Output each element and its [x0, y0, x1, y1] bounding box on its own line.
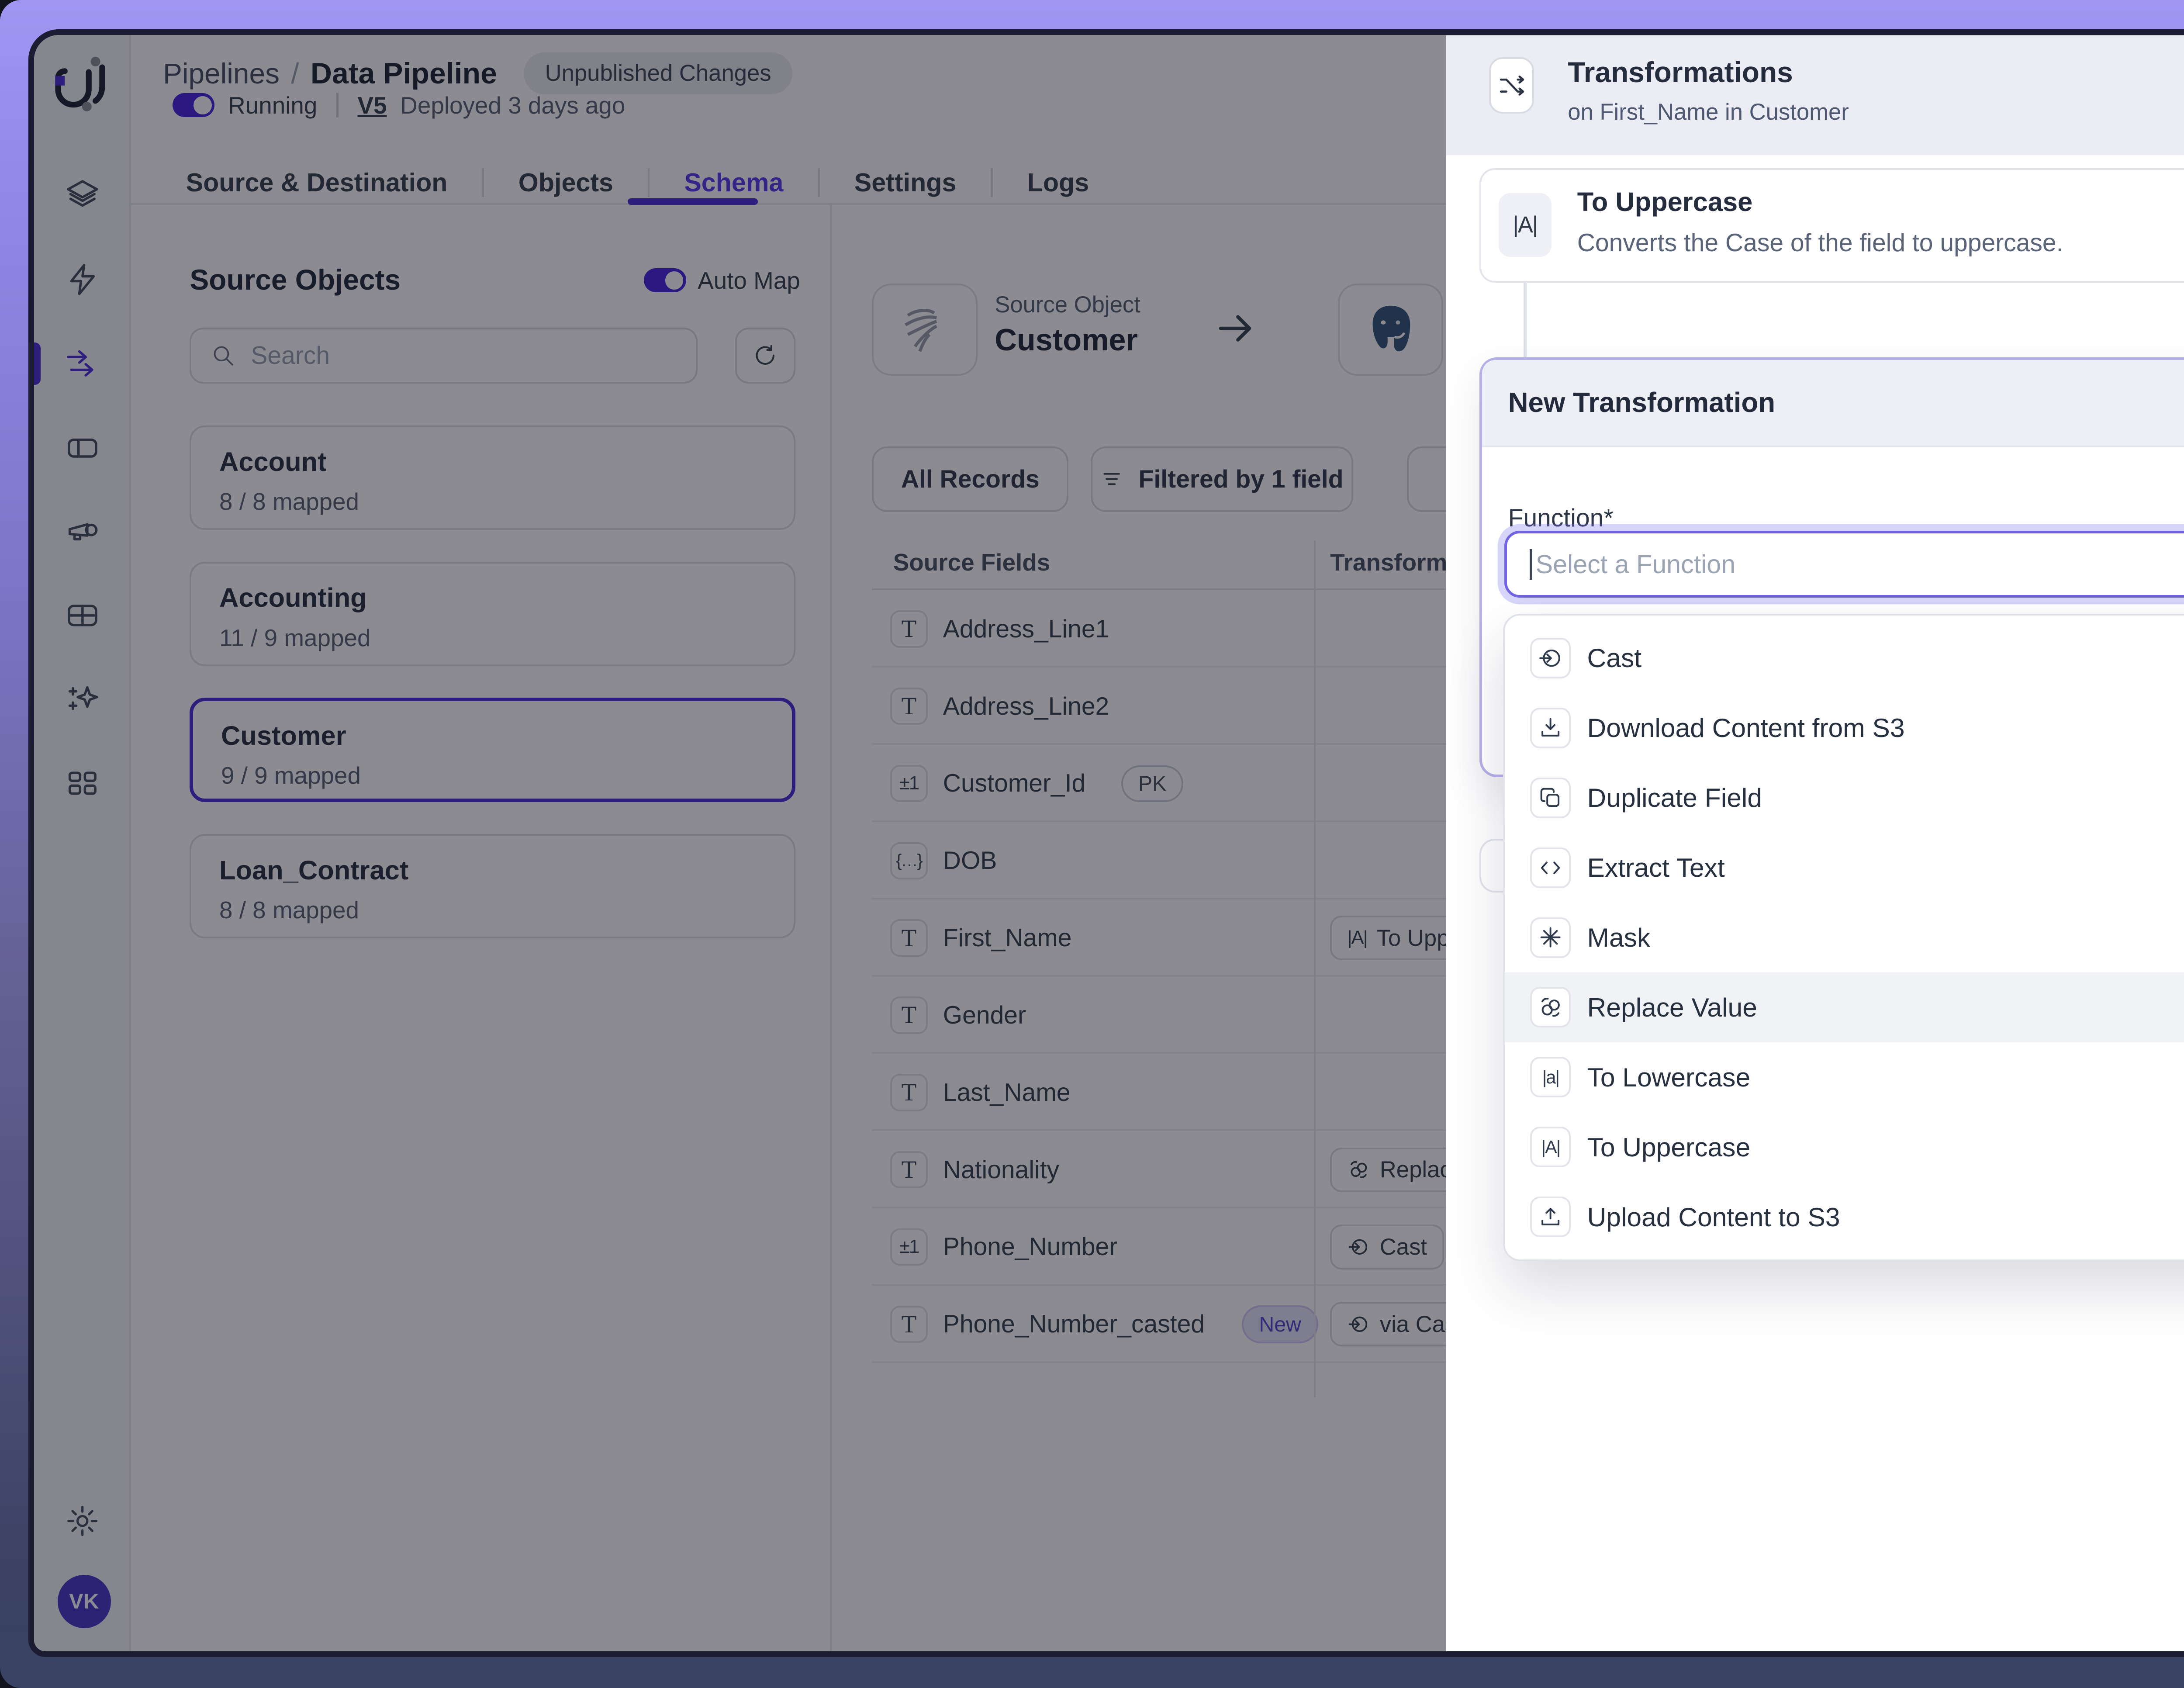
dropdown-option-duplicate-field[interactable]: Duplicate Field: [1505, 763, 2184, 833]
option-icon: [1530, 847, 1571, 888]
replace-icon: [1538, 994, 1563, 1020]
option-label: Duplicate Field: [1587, 782, 1762, 813]
option-label: Download Content from S3: [1587, 713, 1905, 743]
drawer-header: Transformations on First_Name in Custome…: [1446, 35, 2184, 156]
option-label: Cast: [1587, 643, 1642, 673]
dropdown-option-replace-value[interactable]: Replace Value: [1505, 972, 2184, 1042]
uppercase-icon: |A|: [1499, 193, 1552, 257]
option-icon: [1530, 1197, 1571, 1237]
screenshot-stage: VK Pipelines / Data Pipeline Unpublished…: [0, 0, 2184, 1688]
function-select-placeholder: Select a Function: [1536, 549, 1736, 579]
applied-transformation-title: To Uppercase: [1577, 187, 1753, 218]
drawer-icon-box: [1489, 57, 1534, 114]
option-label: To Uppercase: [1587, 1132, 1751, 1162]
applied-transformation-card[interactable]: |A| To Uppercase Converts the Case of th…: [1479, 168, 2184, 283]
function-dropdown: Cast Download Content from S3 Duplicate …: [1503, 614, 2184, 1261]
card-connector-line: [1524, 283, 1527, 357]
drawer-title: Transformations: [1568, 55, 1793, 89]
option-icon: [1530, 708, 1571, 748]
new-transformation-header[interactable]: New Transformation: [1482, 360, 2184, 447]
mask-icon: [1538, 924, 1563, 950]
option-label: Mask: [1587, 922, 1651, 953]
dropdown-option-to-uppercase[interactable]: |A| To Uppercase: [1505, 1112, 2184, 1182]
dropdown-option-upload-content-to-s3[interactable]: Upload Content to S3: [1505, 1182, 2184, 1252]
option-icon: |A|: [1530, 1127, 1571, 1167]
option-label: Extract Text: [1587, 852, 1725, 883]
upload-icon: [1538, 1204, 1563, 1230]
option-label: To Lowercase: [1587, 1062, 1751, 1093]
option-icon: [1530, 987, 1571, 1027]
new-transformation-title: New Transformation: [1508, 387, 1775, 419]
option-label: Upload Content to S3: [1587, 1202, 1840, 1232]
shuffle-icon: [1497, 71, 1526, 100]
dropdown-option-mask[interactable]: Mask: [1505, 903, 2184, 972]
option-label: Replace Value: [1587, 992, 1757, 1023]
duplicate-icon: [1538, 785, 1563, 811]
cast-icon: [1538, 645, 1563, 671]
text-cursor: [1530, 549, 1531, 580]
extract-icon: [1538, 855, 1563, 881]
option-icon: [1530, 638, 1571, 678]
applied-transformation-description: Converts the Case of the field to upperc…: [1577, 228, 2063, 257]
option-icon: [1530, 778, 1571, 818]
option-icon: [1530, 917, 1571, 958]
download-icon: [1538, 715, 1563, 741]
dropdown-option-to-lowercase[interactable]: |a| To Lowercase: [1505, 1042, 2184, 1112]
transformations-drawer: Transformations on First_Name in Custome…: [1446, 35, 2184, 1651]
dropdown-option-extract-text[interactable]: Extract Text: [1505, 833, 2184, 903]
function-select-input[interactable]: Select a Function: [1504, 531, 2184, 598]
drawer-subtitle: on First_Name in Customer: [1568, 99, 1849, 125]
dropdown-option-cast[interactable]: Cast: [1505, 623, 2184, 693]
function-field-label: Function*: [1508, 504, 1614, 533]
dropdown-option-download-content-from-s3[interactable]: Download Content from S3: [1505, 693, 2184, 763]
option-icon: |a|: [1530, 1057, 1571, 1097]
